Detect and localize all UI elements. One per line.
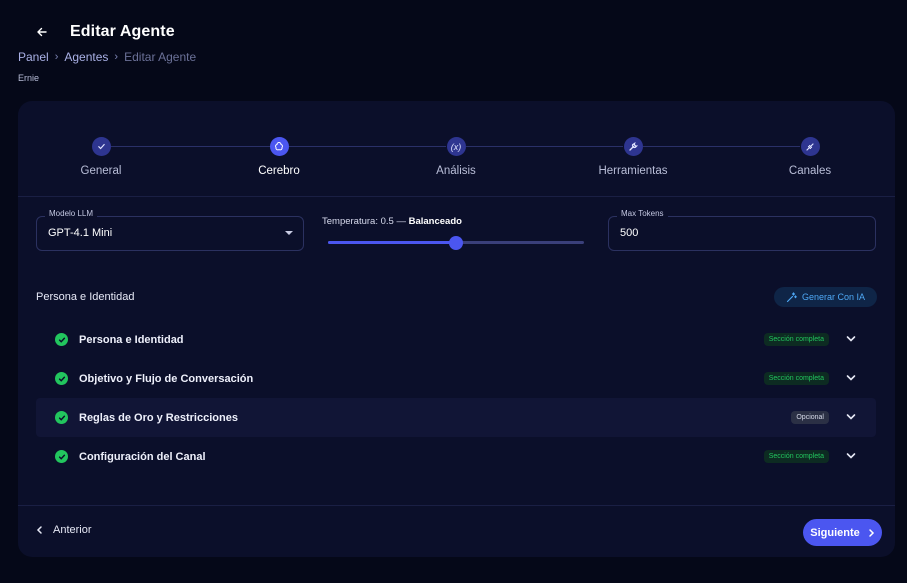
generate-ai-label: Generar Con IA [801,292,866,302]
breadcrumb-panel[interactable]: Panel [18,50,49,64]
breadcrumb: Panel › Agentes › Editar Agente [18,50,888,64]
step-analisis[interactable]: (x) Análisis [386,137,526,177]
section-label: Reglas de Oro y Restricciones [79,411,238,424]
step-herramientas[interactable]: Herramientas [563,137,703,177]
slider-fill [328,241,456,244]
chevron-down-icon[interactable] [846,374,856,382]
chevron-left-icon [36,526,42,534]
persona-sections: Persona e Identidad Sección completa Obj… [36,320,876,476]
back-button[interactable] [30,20,54,44]
slider-thumb[interactable] [449,236,463,250]
step-label: General [80,165,122,177]
check-circle-icon [55,372,68,385]
max-tokens-value: 500 [620,227,639,239]
next-label: Siguiente [810,526,860,539]
check-icon [91,137,111,156]
list-item[interactable]: Objetivo y Flujo de Conversación Sección… [36,359,876,398]
generate-ai-button[interactable]: Generar Con IA [774,287,877,307]
function-icon: (x) [446,137,466,156]
max-tokens-label: Max Tokens [617,209,668,218]
next-button[interactable]: Siguiente [803,519,882,546]
step-label: Cerebro [258,165,300,177]
chevron-right-icon: › [54,51,59,63]
wrench-icon [623,137,643,156]
page-header: Editar Agente Panel › Agentes › Editar A… [18,20,888,64]
chevron-right-icon [869,528,874,537]
list-item[interactable]: Reglas de Oro y Restricciones Opcional [36,398,876,437]
step-label: Análisis [436,165,476,177]
previous-button[interactable]: Anterior [36,524,92,536]
model-select-value: GPT-4.1 Mini [48,227,113,239]
section-title: Persona e Identidad [36,291,135,303]
arrow-left-icon [37,27,47,37]
agent-name: Ernie [18,73,40,83]
step-label: Canales [788,165,832,177]
list-item[interactable]: Configuración del Canal Sección completa [36,437,876,476]
previous-label: Anterior [53,524,92,536]
magic-wand-icon [786,291,797,302]
status-badge: Sección completa [763,450,829,463]
temperature-label: Temperatura: 0.5 — Balanceado [322,216,462,227]
step-cerebro[interactable]: Cerebro [209,137,349,177]
step-canales[interactable]: Canales [740,137,880,177]
step-general[interactable]: General [31,137,171,177]
status-badge: Opcional [791,411,829,424]
model-select[interactable]: Modelo LLM GPT-4.1 Mini [36,209,304,251]
breadcrumb-current: Editar Agente [124,50,197,64]
caret-down-icon[interactable] [285,231,293,235]
chevron-down-icon[interactable] [846,413,856,421]
temperature-slider[interactable] [328,235,584,251]
list-item[interactable]: Persona e Identidad Sección completa [36,320,876,359]
chevron-right-icon: › [114,51,119,63]
section-label: Objetivo y Flujo de Conversación [79,372,254,385]
stepper: General Cerebro (x) Análisis Herramienta… [18,101,895,197]
check-circle-icon [55,450,68,463]
step-label: Herramientas [598,165,668,177]
editor-card: General Cerebro (x) Análisis Herramienta… [18,101,895,557]
status-badge: Sección completa [763,333,829,346]
max-tokens-field[interactable]: Max Tokens 500 [608,209,876,251]
wizard-footer: Anterior Siguiente [18,505,895,557]
status-badge: Sección completa [763,372,829,385]
breadcrumb-agentes[interactable]: Agentes [64,50,108,64]
check-circle-icon [55,411,68,424]
brain-icon [269,137,289,156]
chevron-down-icon[interactable] [846,452,856,460]
section-label: Configuración del Canal [79,450,206,463]
section-label: Persona e Identidad [79,333,184,346]
page-title: Editar Agente [70,23,175,40]
model-select-label: Modelo LLM [45,209,98,218]
check-circle-icon [55,333,68,346]
temperature-mode: Balanceado [408,216,462,227]
chevron-down-icon[interactable] [846,335,856,343]
plug-icon [800,137,820,156]
